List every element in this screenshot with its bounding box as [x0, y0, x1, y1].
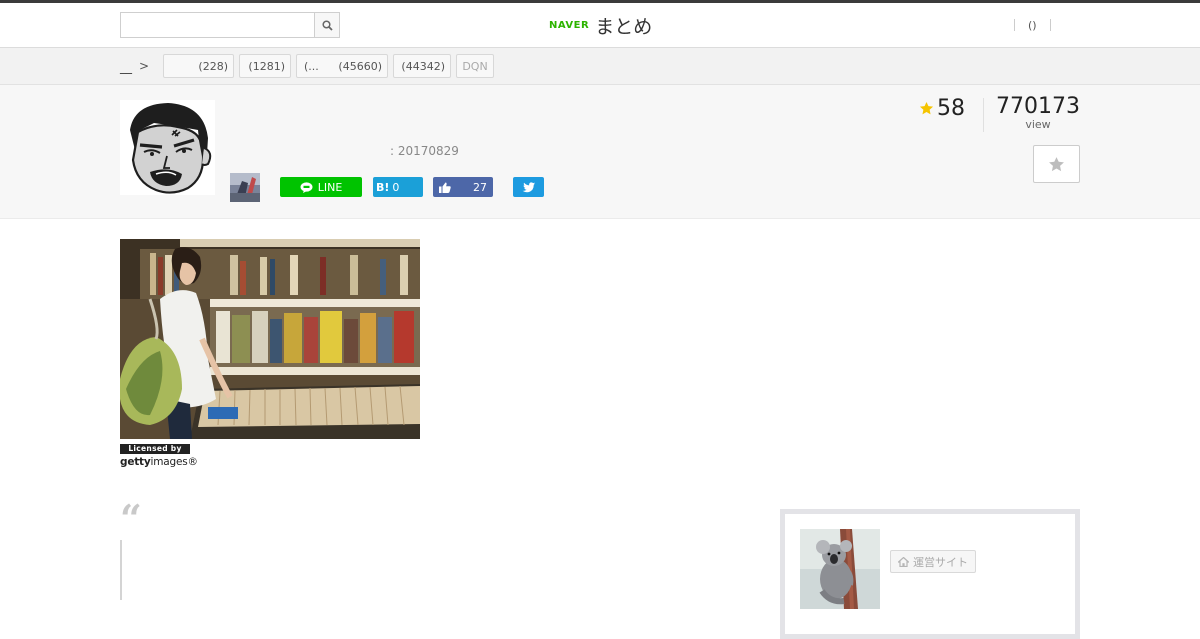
star-outline-icon — [1049, 156, 1064, 171]
category-label: (... — [304, 59, 319, 73]
getty-rest: images® — [150, 456, 198, 468]
thumbs-up-icon — [439, 182, 451, 193]
logo-matome: まとめ — [595, 15, 653, 38]
share-twitter-button[interactable] — [513, 177, 544, 197]
view-number: 770173 — [996, 94, 1080, 119]
star-icon — [919, 101, 934, 115]
created-date: : 20170829 — [390, 144, 459, 158]
twitter-bird-icon — [522, 181, 535, 192]
getty-bold: getty — [120, 456, 151, 468]
divider — [1049, 19, 1051, 31]
search-box — [120, 12, 340, 38]
search-icon — [321, 19, 333, 31]
line-icon — [300, 181, 313, 193]
bookstore-photo — [120, 239, 420, 439]
share-facebook-button[interactable]: 27 — [433, 177, 493, 197]
category-label: DQN — [462, 59, 488, 73]
view-label: view — [1025, 118, 1051, 131]
operating-site-button[interactable]: 運営サイト — [890, 550, 976, 573]
category-chip[interactable]: (44342) — [393, 54, 451, 78]
author-profile-image[interactable] — [800, 529, 880, 609]
add-favorite-button[interactable] — [1033, 145, 1080, 183]
getty-images-logo[interactable]: gettyimages® — [120, 456, 198, 468]
category-count: (44342) — [401, 59, 445, 73]
category-count: (45660) — [338, 59, 382, 73]
breadcrumb-home[interactable]: __ — [120, 60, 132, 74]
logo-naver: NAVER — [549, 19, 590, 31]
share-hatena-button[interactable]: B! 0 — [373, 177, 423, 197]
home-icon — [898, 556, 909, 567]
facebook-like-count: 27 — [473, 180, 487, 194]
licensed-by-label: Licensed by — [120, 444, 190, 454]
koala-image — [800, 529, 880, 609]
category-count: (1281) — [248, 59, 285, 73]
category-chip[interactable]: (1281) — [239, 54, 291, 78]
favorite-count: 58 — [919, 96, 965, 121]
cartoon-face-icon — [120, 100, 215, 195]
category-chip-dqn[interactable]: DQN — [456, 54, 494, 78]
category-chip[interactable]: (228) — [163, 54, 234, 78]
quote-icon: “ — [120, 496, 142, 541]
share-line-label: LINE — [317, 180, 343, 194]
matome-info-band: : 20170829 LINE B! 0 27 58 770173 view — [0, 85, 1200, 219]
quote-bar — [120, 540, 122, 600]
site-header: NAVER まとめ () — [0, 3, 1200, 48]
sidebar-author-card: 運営サイト — [780, 509, 1080, 639]
naver-matome-logo[interactable]: NAVER まとめ — [549, 12, 652, 38]
share-line-button[interactable]: LINE — [280, 177, 362, 197]
header-links: () — [1014, 18, 1051, 32]
category-chip[interactable]: (... (45660) — [296, 54, 388, 78]
author-avatar[interactable] — [120, 100, 215, 195]
divider — [983, 98, 984, 132]
category-nav: __ > (228) (1281) (... (45660) (44342) D… — [0, 48, 1200, 85]
chevron-right-icon: > — [139, 59, 150, 73]
hatena-icon: B! — [376, 180, 390, 194]
thumbnail-image — [230, 173, 260, 202]
search-button[interactable] — [314, 13, 339, 37]
category-count: (228) — [198, 59, 228, 73]
hatena-count: 0 — [392, 180, 400, 194]
operating-site-label: 運営サイト — [913, 555, 968, 569]
header-link-login[interactable]: () — [1015, 19, 1050, 32]
search-input[interactable] — [121, 13, 315, 37]
favorite-number: 58 — [937, 96, 965, 121]
curator-thumbnail[interactable] — [230, 173, 260, 202]
view-count: 770173 view — [990, 94, 1086, 131]
woman-browsing-books-image — [120, 239, 420, 439]
